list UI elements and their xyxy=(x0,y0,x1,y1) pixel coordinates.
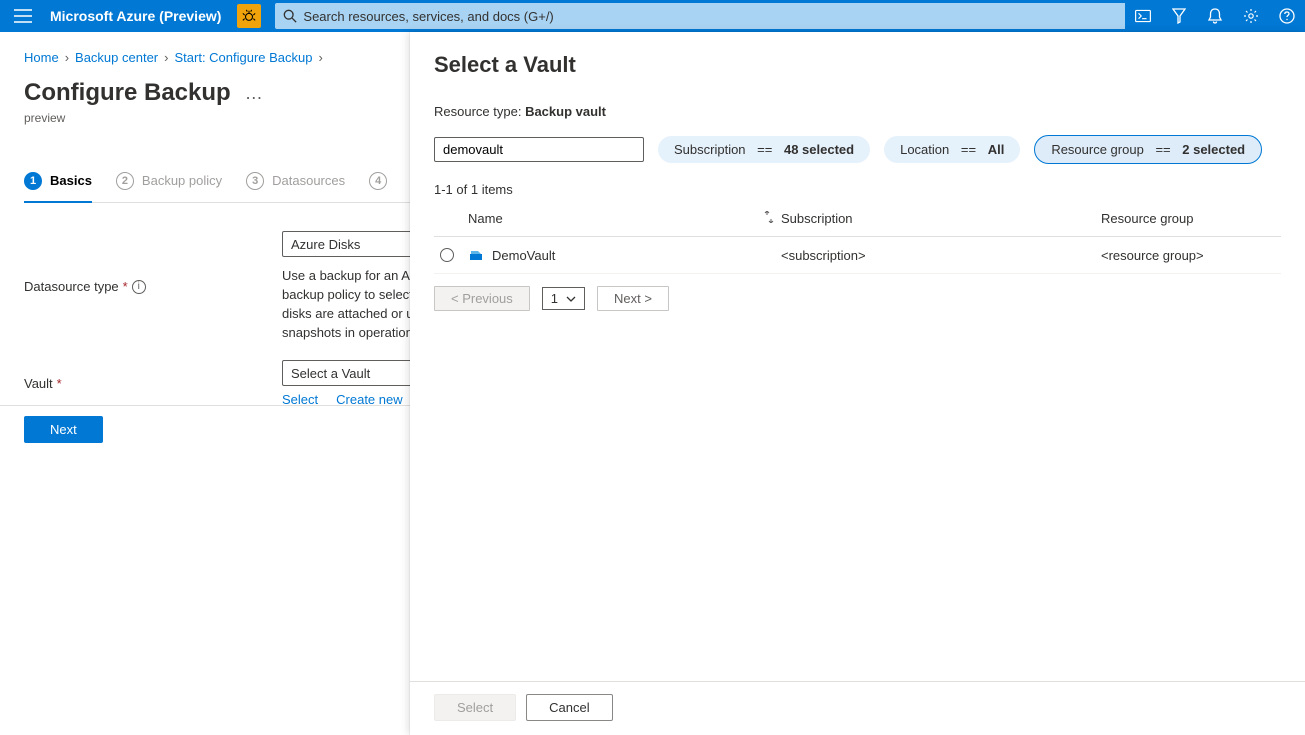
breadcrumb-configure-backup[interactable]: Start: Configure Backup xyxy=(174,50,312,65)
items-count-label: 1-1 of 1 items xyxy=(434,182,1281,197)
select-button[interactable]: Select xyxy=(434,694,516,721)
required-indicator: * xyxy=(57,376,62,391)
help-icon[interactable] xyxy=(1269,0,1305,32)
global-search-box[interactable] xyxy=(275,3,1145,29)
col-subscription[interactable]: Subscription xyxy=(781,211,1001,226)
notifications-icon[interactable] xyxy=(1197,0,1233,32)
chevron-down-icon xyxy=(566,296,576,302)
col-resource-group[interactable]: Resource group xyxy=(1101,211,1281,226)
table-row[interactable]: DemoVault <subscription> <resource group… xyxy=(434,237,1281,274)
step-datasources[interactable]: 3 Datasources xyxy=(246,159,345,202)
search-icon xyxy=(283,9,297,23)
blade-title: Select a Vault xyxy=(434,52,1281,78)
step-label: Datasources xyxy=(272,173,345,188)
page-select[interactable]: 1 xyxy=(542,287,585,310)
select-vault-blade: Select a Vault Resource type: Backup vau… xyxy=(410,32,1305,735)
row-resource-group: <resource group> xyxy=(1101,248,1281,263)
settings-gear-icon[interactable] xyxy=(1233,0,1269,32)
step-label: Basics xyxy=(50,173,92,188)
datasource-type-label: Datasource type * i xyxy=(24,231,282,342)
step-badge: 3 xyxy=(246,172,264,190)
more-actions-button[interactable]: … xyxy=(245,83,264,104)
filter-resource-group-pill[interactable]: Resource group == 2 selected xyxy=(1034,135,1262,164)
vault-label: Vault * xyxy=(24,360,282,407)
step-four[interactable]: 4 xyxy=(369,159,395,202)
row-radio[interactable] xyxy=(440,248,454,262)
sort-icon[interactable] xyxy=(757,211,781,226)
vault-icon xyxy=(468,247,484,263)
col-name[interactable]: Name xyxy=(468,211,757,226)
preview-bug-icon[interactable] xyxy=(237,4,261,28)
pager: < Previous 1 Next > xyxy=(434,286,1281,311)
hamburger-menu-button[interactable] xyxy=(0,0,46,32)
global-search-input[interactable] xyxy=(303,9,1137,24)
blade-footer: Select Cancel xyxy=(410,681,1305,735)
azure-top-bar: Microsoft Azure (Preview) xyxy=(0,0,1305,32)
dropdown-value: Azure Disks xyxy=(291,237,360,252)
dropdown-value: Select a Vault xyxy=(291,366,370,381)
blade-resource-type: Resource type: Backup vault xyxy=(434,104,1281,119)
page-title: Configure Backup xyxy=(24,79,231,107)
directory-filter-icon[interactable] xyxy=(1161,0,1197,32)
step-badge: 1 xyxy=(24,172,42,190)
step-label: Backup policy xyxy=(142,173,222,188)
chevron-right-icon: › xyxy=(164,50,168,65)
next-page-button[interactable]: Next > xyxy=(597,286,669,311)
row-subscription: <subscription> xyxy=(781,248,1001,263)
vault-table: Name Subscription Resource group DemoVau… xyxy=(434,203,1281,274)
vault-search-input[interactable] xyxy=(434,137,644,162)
filter-location-pill[interactable]: Location == All xyxy=(884,136,1020,163)
step-badge: 2 xyxy=(116,172,134,190)
row-name: DemoVault xyxy=(492,248,555,263)
cancel-button[interactable]: Cancel xyxy=(526,694,612,721)
chevron-right-icon: › xyxy=(319,50,323,65)
step-badge: 4 xyxy=(369,172,387,190)
next-button[interactable]: Next xyxy=(24,416,103,443)
required-indicator: * xyxy=(123,279,128,294)
info-icon[interactable]: i xyxy=(132,280,146,294)
cloud-shell-icon[interactable] xyxy=(1125,0,1161,32)
prev-page-button[interactable]: < Previous xyxy=(434,286,530,311)
breadcrumb-backup-center[interactable]: Backup center xyxy=(75,50,158,65)
filter-subscription-pill[interactable]: Subscription == 48 selected xyxy=(658,136,870,163)
step-basics[interactable]: 1 Basics xyxy=(24,159,92,202)
chevron-right-icon: › xyxy=(65,50,69,65)
step-backup-policy[interactable]: 2 Backup policy xyxy=(116,159,222,202)
table-header: Name Subscription Resource group xyxy=(434,203,1281,237)
breadcrumb-home[interactable]: Home xyxy=(24,50,59,65)
brand-label[interactable]: Microsoft Azure (Preview) xyxy=(46,8,231,24)
